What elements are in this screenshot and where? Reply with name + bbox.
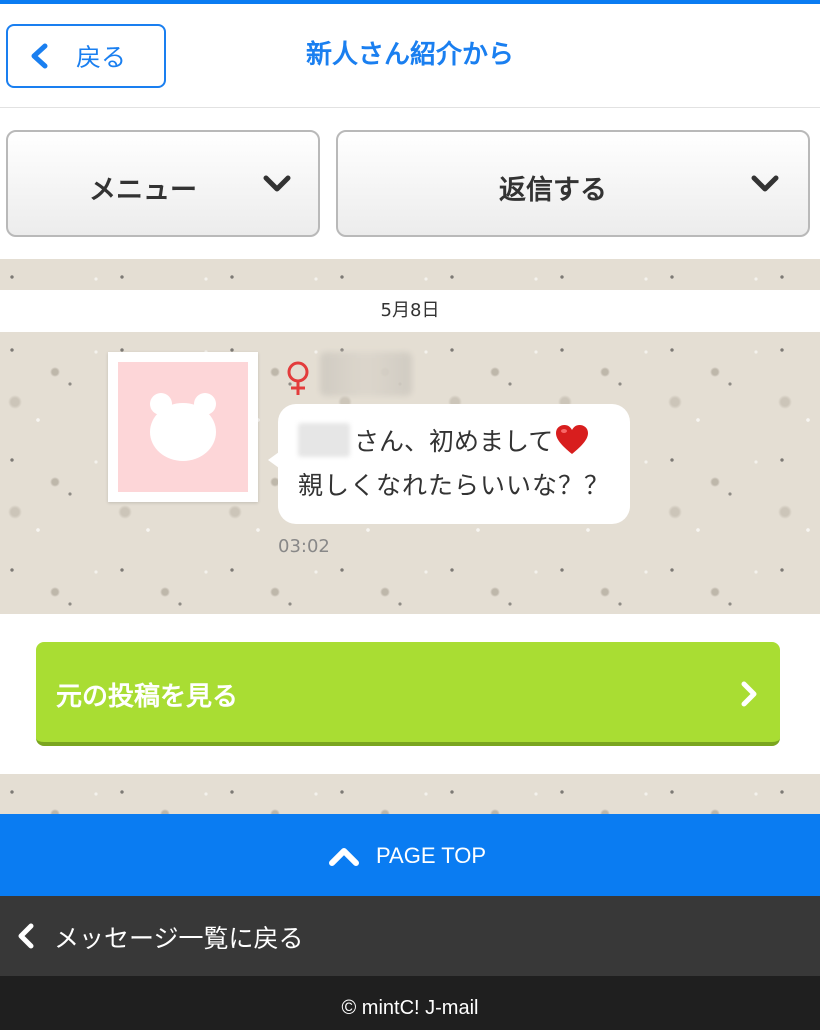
message-timestamp: 03:02 (278, 536, 330, 557)
reply-dropdown-button[interactable]: 返信する (336, 130, 810, 237)
original-post-section: 元の投稿を見る (0, 614, 820, 774)
message-bubble: さん、初めまして 親しくなれたらいいな？？ (268, 404, 630, 524)
sender-name-redacted (320, 352, 412, 396)
view-original-post-label: 元の投稿を見る (56, 682, 239, 712)
header: 戻る 新人さん紹介から (0, 4, 820, 108)
menu-dropdown-button[interactable]: メニュー (6, 130, 320, 237)
recipient-name-redacted (298, 423, 350, 457)
chevron-up-icon (329, 848, 359, 866)
chevron-right-icon (741, 681, 757, 707)
view-original-post-button[interactable]: 元の投稿を見る (36, 642, 780, 746)
page-title: 新人さん紹介から (305, 40, 514, 70)
message-line-2: 親しくなれたらいいな？？ (298, 471, 611, 500)
page-top-button[interactable]: PAGE TOP (0, 814, 820, 896)
date-separator: 5月8日 (0, 290, 820, 332)
back-to-message-list-label: メッセージ一覧に戻る (54, 924, 304, 953)
chevron-down-icon (751, 175, 779, 192)
sender-avatar[interactable] (108, 352, 258, 502)
heart-icon (556, 425, 589, 454)
paper-background (0, 259, 820, 290)
avatar-placeholder (118, 362, 248, 492)
message-line-1: さん、初めまして (298, 422, 589, 458)
bear-silhouette-icon (150, 393, 216, 461)
menu-label: メニュー (89, 175, 197, 206)
chevron-down-icon (263, 175, 291, 192)
footer-copyright: © mintC! J-mail (0, 976, 820, 1030)
action-toolbar: メニュー 返信する (0, 109, 820, 259)
female-symbol-icon (283, 360, 313, 396)
paper-background (0, 774, 820, 814)
reply-label: 返信する (499, 175, 607, 206)
message-thread: さん、初めまして 親しくなれたらいいな？？ 03:02 (0, 332, 820, 614)
back-to-message-list-button[interactable]: メッセージ一覧に戻る (0, 896, 820, 976)
page-top-label: PAGE TOP (376, 843, 487, 868)
greeting-text: さん、初めまして (354, 427, 554, 456)
chevron-left-icon (18, 923, 34, 949)
